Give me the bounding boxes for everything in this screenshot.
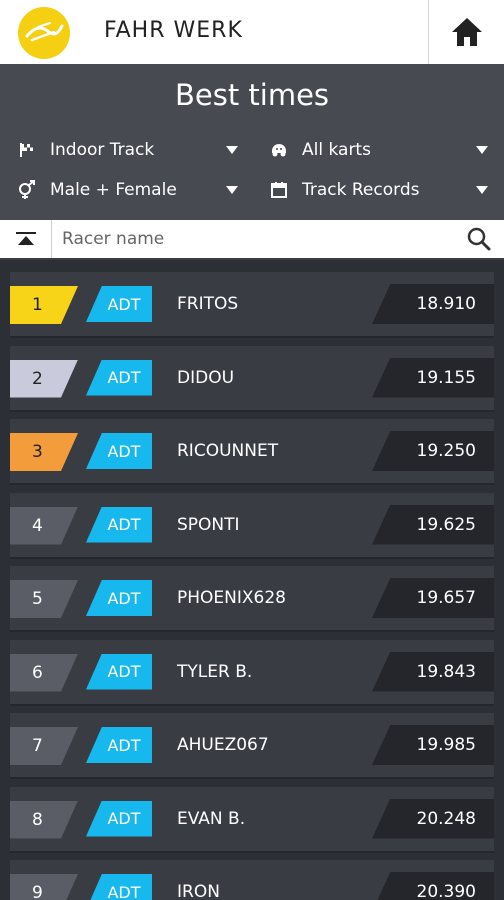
result-row[interactable]: 4 ADT SPONTI 19.625 — [10, 492, 494, 559]
lap-time: 19.843 — [372, 651, 494, 692]
rank-badge: 8 — [10, 800, 78, 839]
chevron-down-icon — [226, 146, 238, 154]
category-badge: ADT — [86, 286, 152, 322]
racer-name: AHUEZ067 — [177, 735, 269, 755]
category-badge: ADT — [86, 874, 152, 900]
search-button[interactable] — [466, 226, 492, 252]
rank-badge: 9 — [10, 874, 78, 900]
logo[interactable] — [18, 7, 70, 59]
rank-badge: 3 — [10, 433, 78, 471]
calendar-icon — [268, 179, 290, 201]
category-badge: ADT — [86, 800, 152, 837]
collapse-up-icon — [15, 232, 36, 245]
search-icon — [467, 227, 491, 251]
home-icon — [451, 18, 482, 46]
lap-time: 20.390 — [372, 872, 494, 900]
kart-filter[interactable]: All karts — [268, 136, 488, 164]
result-row[interactable]: 3 ADT RICOUNNET 19.250 — [10, 419, 494, 485]
rank-badge: 1 — [10, 286, 78, 324]
category-badge: ADT — [86, 580, 152, 616]
page-title: Best times — [174, 78, 330, 112]
lap-time: 19.657 — [372, 578, 494, 618]
category-badge: ADT — [86, 506, 152, 543]
search-bar — [0, 220, 504, 260]
rank-badge: 6 — [10, 653, 78, 692]
period-filter[interactable]: Track Records — [268, 176, 488, 204]
racer-name: RICOUNNET — [177, 441, 279, 461]
track-filter-label: Indoor Track — [50, 140, 155, 160]
home-button[interactable] — [428, 0, 504, 64]
kart-icon — [268, 139, 290, 161]
category-badge: ADT — [86, 433, 152, 469]
racer-name: DIDOU — [177, 367, 235, 388]
racer-search-input[interactable] — [62, 224, 450, 254]
result-row[interactable]: 6 ADT TYLER B. 19.843 — [10, 639, 494, 706]
chevron-down-icon — [226, 186, 238, 194]
chevron-down-icon — [476, 186, 488, 194]
racer-name: TYLER B. — [177, 661, 253, 682]
kart-filter-label: All karts — [302, 140, 371, 160]
racer-name: EVAN B. — [177, 808, 246, 829]
gender-filter[interactable]: Male + Female — [16, 176, 238, 204]
chevron-down-icon — [476, 146, 488, 154]
results-list: 1 ADT FRITOS 18.910 2 ADT DIDOU 19.155 3… — [10, 272, 494, 900]
result-row[interactable]: 1 ADT FRITOS 18.910 — [10, 272, 494, 338]
result-row[interactable]: 2 ADT DIDOU 19.155 — [10, 345, 494, 412]
gender-icon — [16, 179, 38, 201]
lap-time: 18.910 — [372, 284, 494, 324]
rank-badge: 2 — [10, 359, 78, 398]
category-badge: ADT — [86, 359, 152, 396]
logo-icon — [25, 22, 64, 42]
lap-time: 19.155 — [372, 357, 494, 398]
brand-name: FAHR WERK — [104, 18, 243, 43]
flag-icon — [16, 139, 38, 161]
lap-time: 19.985 — [372, 725, 494, 765]
collapse-filters-button[interactable] — [0, 220, 52, 258]
result-row[interactable]: 7 ADT AHUEZ067 19.985 — [10, 713, 494, 779]
racer-name: SPONTI — [177, 514, 240, 535]
rank-badge: 7 — [10, 727, 78, 765]
gender-filter-label: Male + Female — [50, 180, 177, 200]
lap-time: 20.248 — [372, 798, 494, 839]
lap-time: 19.250 — [372, 431, 494, 471]
category-badge: ADT — [86, 727, 152, 763]
category-badge: ADT — [86, 653, 152, 690]
filters-panel: Best times Indoor Track All karts Male +… — [0, 64, 504, 220]
racer-name: PHOENIX628 — [177, 588, 286, 608]
track-filter[interactable]: Indoor Track — [16, 136, 238, 164]
racer-name: IRON — [177, 882, 220, 900]
lap-time: 19.625 — [372, 504, 494, 545]
result-row[interactable]: 5 ADT PHOENIX628 19.657 — [10, 566, 494, 632]
result-row[interactable]: 9 ADT IRON 20.390 — [10, 860, 494, 900]
period-filter-label: Track Records — [302, 180, 420, 200]
rank-badge: 4 — [10, 506, 78, 545]
racer-name: FRITOS — [177, 294, 239, 314]
app-bar: FAHR WERK — [0, 0, 504, 64]
result-row[interactable]: 8 ADT EVAN B. 20.248 — [10, 786, 494, 853]
rank-badge: 5 — [10, 580, 78, 618]
